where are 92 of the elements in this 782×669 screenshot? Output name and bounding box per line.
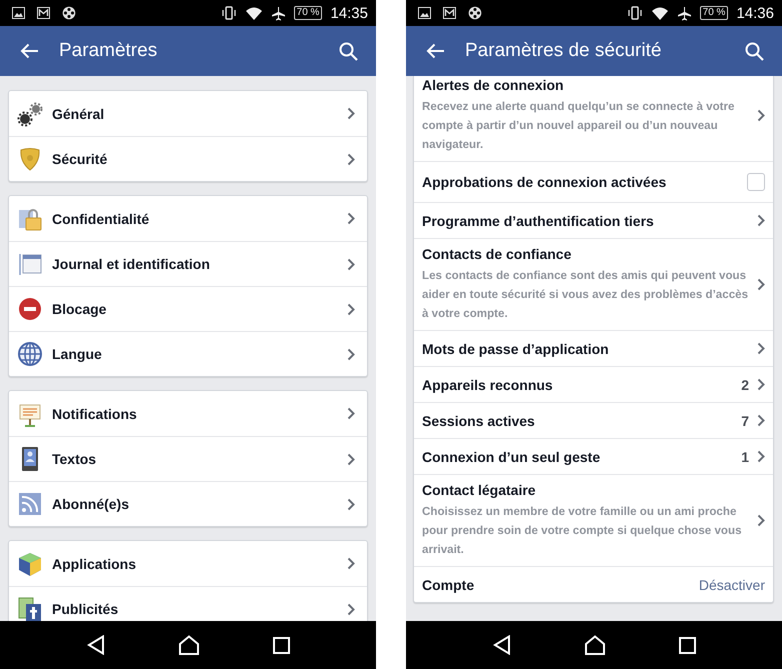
setting-title: Contacts de confiance [422, 246, 572, 262]
back-arrow-icon[interactable] [426, 43, 445, 59]
settings-item[interactable]: Abonné(e)s [52, 496, 338, 512]
airplane-icon [270, 6, 286, 20]
airplane-icon [676, 6, 692, 20]
settings-item[interactable]: Publicités [52, 601, 338, 617]
settings-row[interactable]: Appareils reconnus 2 [414, 366, 773, 402]
settings-item[interactable]: Textos [52, 451, 338, 467]
settings-row[interactable]: Contact légataire Choisissez un membre de votre famille ou un ami proche pour prendre soin de votre compte si quelque chose vous arrivait. [414, 474, 773, 566]
settings-row[interactable]: Alertes de connexion Recevez une alerte quand quelqu’un se connecte à votre compte à partir d’un nouvel appareil ou d’un nouveau navigateur. [414, 76, 773, 161]
image-icon [418, 7, 431, 19]
chevron-right-icon [347, 107, 355, 120]
count-label: 2 [741, 376, 749, 392]
settings-row[interactable]: Approbations de connexion activées [414, 161, 773, 202]
settings-row[interactable]: Programme d’authentification tiers [414, 202, 773, 238]
wifi-icon [244, 6, 263, 20]
battery-level: 70 % [700, 6, 728, 20]
settings-item[interactable]: Confidentialité [52, 210, 338, 226]
chevron-right-icon [347, 258, 355, 270]
vibrate-icon [220, 6, 237, 20]
chevron-right-icon [347, 348, 355, 360]
chevron-right-icon [347, 212, 355, 225]
setting-title: Contact légataire [422, 482, 537, 498]
home-icon[interactable] [584, 635, 606, 655]
screen-title: Paramètres de sécurité [465, 40, 662, 62]
chevron-right-icon [347, 452, 355, 466]
setting-title: Sessions actives [422, 412, 536, 428]
recent-apps-icon[interactable] [272, 636, 290, 654]
search-icon[interactable] [745, 42, 764, 60]
settings-row[interactable]: Mots de passe d’application [414, 330, 773, 366]
battery-level: 70 % [294, 6, 322, 20]
settings-item[interactable]: Journal et identification [52, 256, 338, 272]
settings-item[interactable]: Blocage [52, 301, 338, 317]
film-reel-icon [468, 6, 482, 20]
chevron-right-icon [347, 152, 355, 166]
setting-description: Recevez une alerte quand quelqu’un se connecte à votre compte à partir d’un nouvel appareil ou d’un nouveau navigateur. [422, 99, 736, 153]
checkbox[interactable] [747, 173, 765, 191]
vibrate-icon [626, 6, 643, 20]
setting-description: Les contacts de confiance sont des amis qui peuvent vous aider en toute sécurité si vous avez des problèmes d’accès à votre compte. [422, 268, 749, 322]
chevron-right-icon [757, 278, 765, 291]
image-icon [12, 7, 25, 19]
chevron-right-icon [757, 342, 765, 355]
chevron-right-icon [757, 514, 765, 527]
film-reel-icon [62, 6, 76, 20]
clock-time: 14:35 [330, 4, 368, 22]
setting-title: Mots de passe d’application [422, 340, 610, 356]
back-arrow-icon[interactable] [20, 43, 39, 59]
setting-title: Programme d’authentification tiers [422, 212, 655, 228]
blocked-icon [17, 296, 43, 322]
chevron-right-icon [757, 414, 765, 427]
chevron-right-icon [347, 407, 355, 420]
count-label: 7 [741, 412, 749, 428]
gears-icon [17, 100, 43, 126]
chevron-right-icon [757, 450, 765, 463]
chevron-right-icon [757, 214, 765, 227]
setting-title: Appareils reconnus [422, 376, 554, 392]
chevron-right-icon [757, 109, 765, 122]
settings-item[interactable]: Sécurité [52, 151, 338, 167]
count-label: 1 [741, 448, 749, 464]
screen-title: Paramètres [59, 40, 158, 62]
globe-icon [17, 341, 43, 367]
chevron-right-icon [347, 498, 355, 510]
setting-description: Choisissez un membre de votre famille ou un ami proche pour prendre soin de votre compte si quelque chose vous arrivait. [422, 504, 743, 558]
settings-row[interactable]: Compte Désactiver [414, 566, 773, 602]
search-icon[interactable] [339, 42, 358, 60]
mail-icon [443, 7, 456, 19]
back-icon[interactable] [86, 635, 104, 655]
settings-row[interactable]: Contacts de confiance Les contacts de confiance sont des amis qui peuvent vous aider en toute sécurité si vous avez des problèmes d’accès à votre compte. [414, 238, 773, 330]
chevron-right-icon [347, 557, 355, 570]
chevron-right-icon [347, 302, 355, 316]
settings-row[interactable]: Connexion d’un seul geste 1 [414, 438, 773, 474]
settings-item[interactable]: Général [52, 106, 338, 122]
recent-apps-icon[interactable] [678, 636, 696, 654]
settings-item[interactable]: Notifications [52, 406, 338, 422]
chevron-right-icon [347, 602, 355, 616]
setting-title: Compte [422, 576, 476, 592]
chevron-right-icon [757, 378, 765, 391]
cube-icon [17, 550, 43, 576]
deactivate-link[interactable]: Désactiver [698, 576, 765, 592]
settings-item[interactable]: Langue [52, 346, 338, 362]
feed-icon [17, 491, 43, 517]
mail-icon [37, 7, 50, 19]
home-icon[interactable] [178, 635, 200, 655]
setting-title: Alertes de connexion [422, 77, 565, 93]
back-icon[interactable] [492, 635, 510, 655]
clock-time: 14:36 [736, 4, 774, 22]
setting-title: Approbations de connexion activées [422, 174, 668, 190]
timeline-icon [17, 251, 43, 277]
settings-row[interactable]: Sessions actives 7 [414, 402, 773, 438]
wifi-icon [650, 6, 669, 20]
setting-title: Connexion d’un seul geste [422, 448, 602, 464]
settings-item[interactable]: Applications [52, 556, 338, 572]
